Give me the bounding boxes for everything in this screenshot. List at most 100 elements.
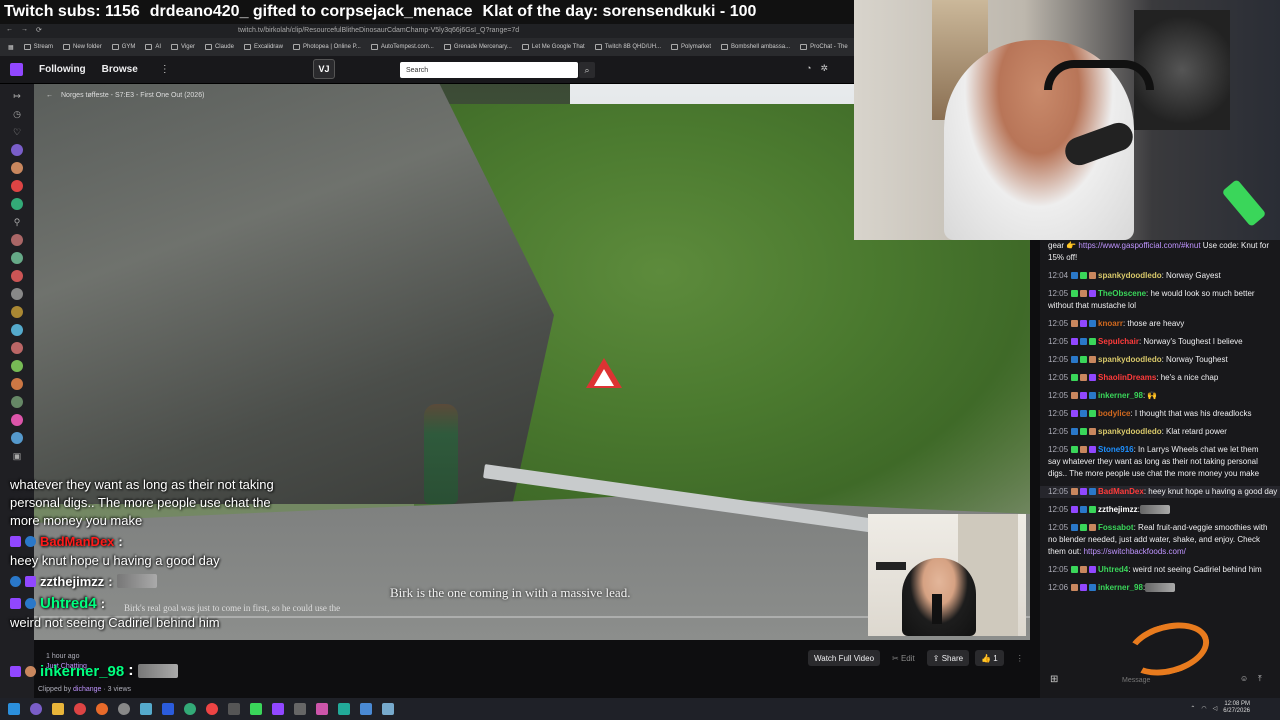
channel-avatar[interactable]: [11, 288, 23, 300]
app-icon[interactable]: [360, 703, 372, 715]
bookmark-item[interactable]: Grenade Mercenary...: [443, 44, 512, 50]
bookmark-item[interactable]: GYM: [111, 44, 135, 50]
chat-message[interactable]: 12:05 zzthejimzz:: [1048, 504, 1272, 516]
share-button[interactable]: ⇪ Share: [926, 650, 970, 666]
chat-username[interactable]: spankydoodledo: [1098, 427, 1162, 436]
app-icon[interactable]: [30, 703, 42, 715]
chat-link[interactable]: https://www.gaspofficial.com/#knut: [1078, 241, 1200, 250]
chat-username[interactable]: Uhtred4: [1098, 565, 1128, 574]
bookmark-item[interactable]: ProChat - The: [800, 44, 848, 50]
collapse-icon[interactable]: ↦: [13, 90, 21, 102]
app-icon[interactable]: [140, 703, 152, 715]
address-bar[interactable]: twitch.tv/birkolah/clip/ResourcefulBlith…: [238, 27, 519, 34]
channel-avatar[interactable]: [11, 144, 23, 156]
chat-username[interactable]: Stone916: [1098, 445, 1134, 454]
tray-chevron-icon[interactable]: ⌃: [1190, 705, 1195, 712]
channel-avatar[interactable]: [11, 432, 23, 444]
chrome-icon[interactable]: [206, 703, 218, 715]
channel-avatar[interactable]: [11, 396, 23, 408]
system-clock[interactable]: 12:08 PM 6/27/2026: [1223, 701, 1250, 715]
start-icon[interactable]: [8, 703, 20, 715]
emote-picker-icon[interactable]: ☺: [1240, 674, 1248, 684]
twitch-icon[interactable]: [272, 703, 284, 715]
more-options-icon[interactable]: ⋮: [1010, 650, 1030, 666]
chat-username[interactable]: spankydoodledo: [1098, 271, 1162, 280]
app-icon[interactable]: [162, 703, 174, 715]
channel-avatar[interactable]: [11, 198, 23, 210]
chat-message[interactable]: 12:05 Sepulchair: Norway's Toughest I bel…: [1048, 336, 1272, 348]
chat-message[interactable]: 12:06 inkerner_98:: [1048, 582, 1272, 594]
nav-browse[interactable]: Browse: [102, 64, 138, 75]
channel-avatar[interactable]: [11, 324, 23, 336]
back-icon[interactable]: ←: [6, 26, 13, 34]
explorer-icon[interactable]: [52, 703, 64, 715]
chat-message[interactable]: 12:05 TheObscene: he would look so much b…: [1048, 288, 1272, 312]
channel-avatar[interactable]: [11, 414, 23, 426]
app-icon[interactable]: [228, 703, 240, 715]
app-icon[interactable]: [316, 703, 328, 715]
bookmark-item[interactable]: Twitch 8B QHD/UH...: [594, 44, 661, 50]
bookmark-item[interactable]: Excalidraw: [243, 44, 283, 50]
chat-grid-icon[interactable]: ⊞: [1050, 674, 1058, 685]
bookmark-item[interactable]: New folder: [63, 44, 102, 50]
clipper-link[interactable]: dichange: [73, 686, 101, 693]
network-icon[interactable]: ◠: [1201, 705, 1206, 712]
chat-username[interactable]: spankydoodledo: [1098, 355, 1162, 364]
chat-message[interactable]: 12:05 ShaolinDreams: he's a nice chap: [1048, 372, 1272, 384]
notifications-icon[interactable]: ◔: [806, 63, 811, 74]
app-icon[interactable]: [250, 703, 262, 715]
chat-username[interactable]: inkerner_98: [1098, 583, 1143, 592]
apps-icon[interactable]: ▦: [8, 44, 14, 51]
firefox-icon[interactable]: [96, 703, 108, 715]
twitch-logo-icon[interactable]: [10, 63, 23, 76]
channel-avatar[interactable]: [11, 306, 23, 318]
bookmark-item[interactable]: Bombshell ambassa...: [721, 44, 790, 50]
chat-message-list[interactable]: gear 👉 https://www.gaspofficial.com/#knu…: [1040, 240, 1280, 600]
chat-message[interactable]: 12:05 bodylice: I thought that was his dr…: [1048, 408, 1272, 420]
chat-username[interactable]: bodylice: [1098, 409, 1130, 418]
channel-avatar[interactable]: [11, 162, 23, 174]
watch-full-video-button[interactable]: Watch Full Video: [808, 650, 881, 666]
bookmark-item[interactable]: Viger: [171, 44, 195, 50]
channel-avatar[interactable]: [11, 360, 23, 372]
channel-avatar[interactable]: [11, 234, 23, 246]
chat-message[interactable]: 12:05 BadManDex: heey knut hope u having …: [1040, 486, 1280, 498]
channel-avatar[interactable]: [11, 270, 23, 282]
bookmark-item[interactable]: Stream: [23, 44, 53, 50]
bookmark-item[interactable]: Let Me Google That: [521, 44, 585, 50]
back-arrow-icon[interactable]: ←: [46, 92, 53, 99]
app-icon[interactable]: [382, 703, 394, 715]
bookmark-item[interactable]: Polymarket: [671, 44, 711, 50]
search-icon[interactable]: ⌕: [579, 62, 595, 78]
chat-username[interactable]: ShaolinDreams: [1098, 373, 1156, 382]
bookmark-item[interactable]: Photopea | Online P...: [292, 44, 361, 50]
chat-link[interactable]: https://switchbackfoods.com/: [1084, 547, 1186, 556]
chat-message[interactable]: 12:05 Fossabot: Real fruit-and-veggie smo…: [1048, 522, 1272, 558]
chat-username[interactable]: Sepulchair: [1098, 337, 1139, 346]
chat-username[interactable]: Fossabot: [1098, 523, 1134, 532]
chat-message[interactable]: 12:05 Uhtred4: weird not seeing Cadiriel …: [1048, 564, 1272, 576]
clock-icon[interactable]: ◷: [13, 108, 21, 120]
bookmark-item[interactable]: Claude: [204, 44, 234, 50]
channel-avatar[interactable]: [11, 252, 23, 264]
chat-message[interactable]: 12:05 Stone916: In Larrys Wheels chat we …: [1048, 444, 1272, 480]
bookmark-item[interactable]: AI: [145, 44, 161, 50]
edit-button[interactable]: ✂ Edit: [886, 650, 921, 666]
chat-message-input[interactable]: Message: [1082, 672, 1242, 688]
app-icon[interactable]: [294, 703, 306, 715]
channel-avatar[interactable]: [11, 180, 23, 192]
chat-message[interactable]: 12:05 spankydoodledo: Norway Toughest: [1048, 354, 1272, 366]
chat-username[interactable]: BadManDex: [1098, 487, 1144, 496]
chat-message[interactable]: 12:05 spankydoodledo: Klat retard power: [1048, 426, 1272, 438]
channel-avatar[interactable]: [11, 378, 23, 390]
chat-message[interactable]: 12:05 inkerner_98: 🙌: [1048, 390, 1272, 402]
app-icon[interactable]: [118, 703, 130, 715]
app-icon[interactable]: [338, 703, 350, 715]
send-icon[interactable]: ⤒: [1258, 674, 1262, 684]
channel-avatar[interactable]: [11, 342, 23, 354]
nav-following[interactable]: Following: [39, 64, 86, 75]
nav-more-icon[interactable]: ⋮: [160, 64, 170, 75]
chat-username[interactable]: zzthejimzz: [1098, 505, 1138, 514]
chat-message[interactable]: gear 👉 https://www.gaspofficial.com/#knu…: [1048, 240, 1272, 264]
chat-username[interactable]: knoarr: [1098, 319, 1123, 328]
